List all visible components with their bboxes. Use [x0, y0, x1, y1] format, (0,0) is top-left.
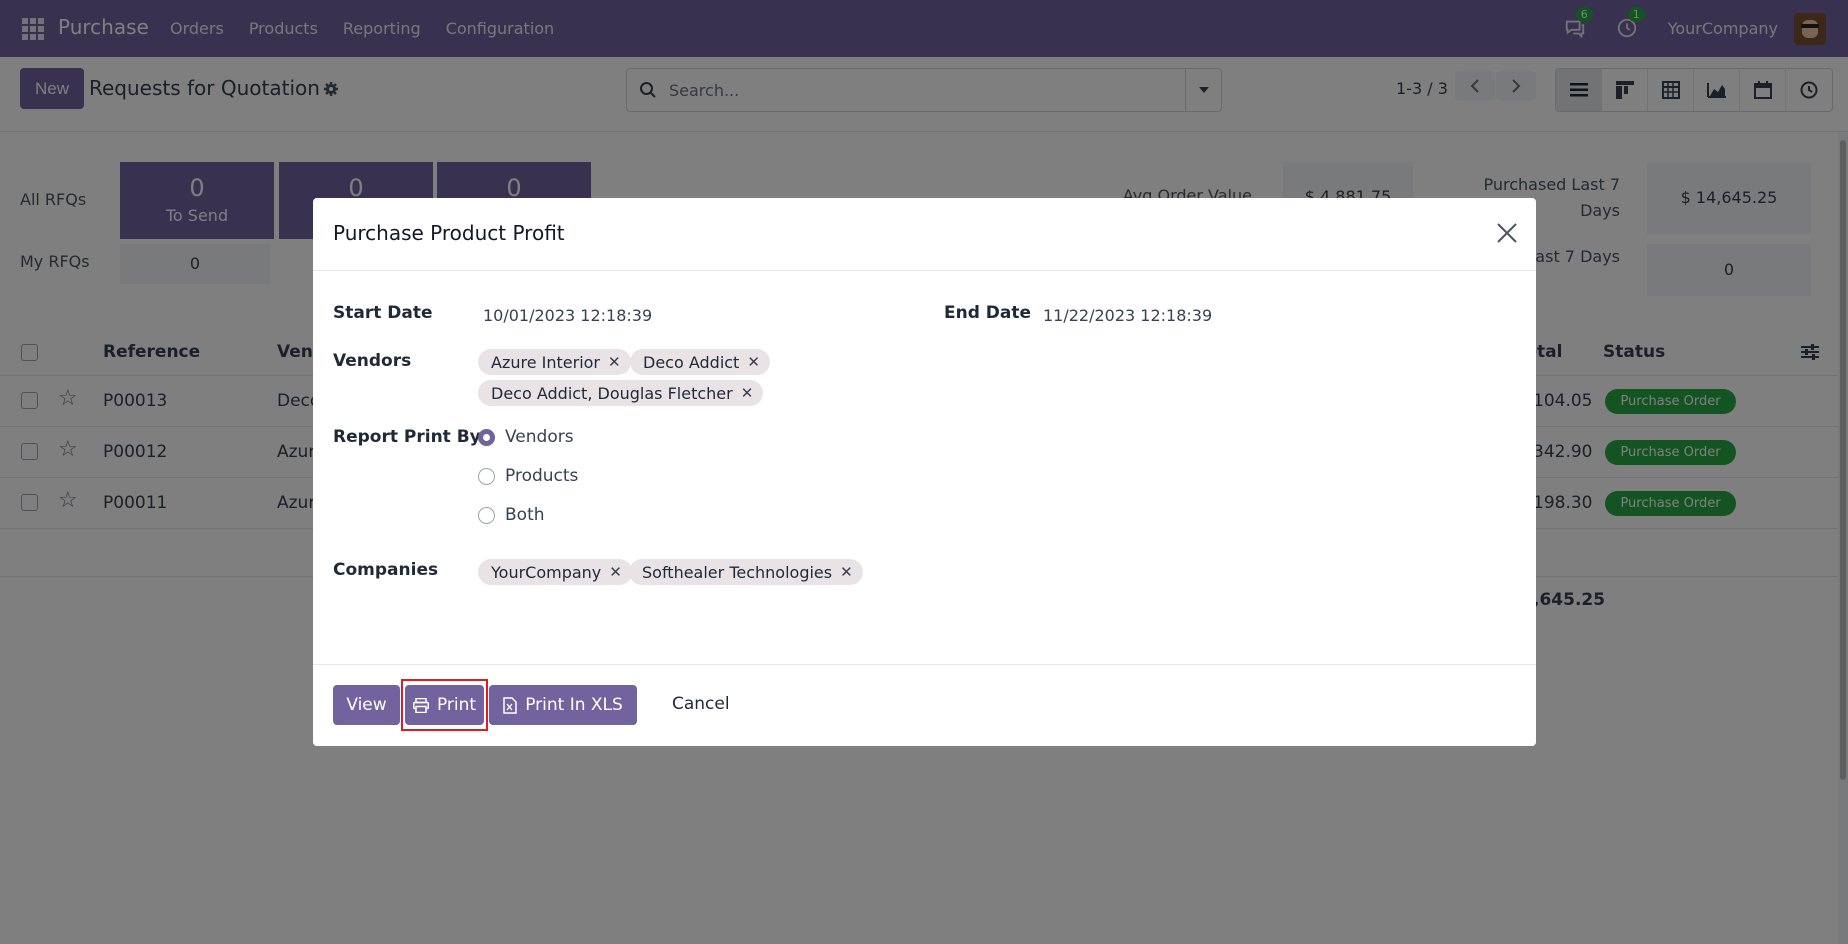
radio-both-label: Both [505, 505, 545, 525]
companies-label: Companies [333, 560, 439, 580]
close-icon[interactable] [1496, 222, 1518, 244]
radio-both[interactable]: Both [478, 505, 545, 525]
end-date-field[interactable]: 11/22/2023 12:18:39 [1043, 306, 1212, 325]
vendor-tag: Deco Addict ✕ [630, 349, 770, 375]
radio-vendors-label: Vendors [505, 427, 574, 447]
radio-vendors[interactable]: Vendors [478, 427, 574, 447]
start-date-field[interactable]: 10/01/2023 12:18:39 [483, 306, 652, 325]
radio-products[interactable]: Products [478, 466, 578, 486]
remove-tag-icon[interactable]: ✕ [747, 353, 760, 371]
print-xls-button[interactable]: Print In XLS [489, 685, 637, 725]
vendors-label: Vendors [333, 351, 412, 371]
modal-title: Purchase Product Profit [333, 221, 565, 245]
remove-tag-icon[interactable]: ✕ [608, 353, 621, 371]
radio-dot[interactable] [478, 506, 495, 524]
modal-footer: View Print Print In XLS Cancel [313, 664, 1536, 746]
report-print-by-label: Report Print By [333, 427, 481, 447]
remove-tag-icon[interactable]: ✕ [840, 563, 853, 581]
vendor-tag-label: Deco Addict, Douglas Fletcher [491, 383, 733, 403]
view-button[interactable]: View [333, 685, 400, 725]
excel-file-icon [503, 696, 517, 714]
end-date-label: End Date [944, 303, 1032, 323]
start-date-label: Start Date [333, 303, 433, 323]
modal-header: Purchase Product Profit [313, 198, 1536, 271]
remove-tag-icon[interactable]: ✕ [609, 563, 622, 581]
printer-icon [412, 697, 429, 713]
company-tag: Softhealer Technologies ✕ [629, 559, 863, 585]
vendor-tag: Deco Addict, Douglas Fletcher ✕ [478, 380, 764, 406]
print-button-label: Print [436, 695, 477, 715]
remove-tag-icon[interactable]: ✕ [741, 384, 754, 402]
vendor-tag-label: Deco Addict [643, 352, 740, 372]
cancel-button[interactable]: Cancel [672, 694, 730, 714]
company-tag: YourCompany ✕ [478, 559, 632, 585]
company-tag-label: YourCompany [491, 562, 602, 582]
print-xls-button-label: Print In XLS [525, 695, 623, 715]
radio-dot-checked[interactable] [478, 428, 495, 446]
vendor-tag-label: Azure Interior [491, 352, 601, 372]
vendor-tag: Azure Interior ✕ [478, 349, 631, 375]
radio-products-label: Products [505, 466, 579, 486]
radio-dot[interactable] [478, 467, 495, 485]
print-button[interactable]: Print [405, 685, 484, 725]
company-tag-label: Softhealer Technologies [642, 562, 833, 582]
purchase-product-profit-dialog: Purchase Product Profit Start Date 10/01… [313, 198, 1536, 746]
